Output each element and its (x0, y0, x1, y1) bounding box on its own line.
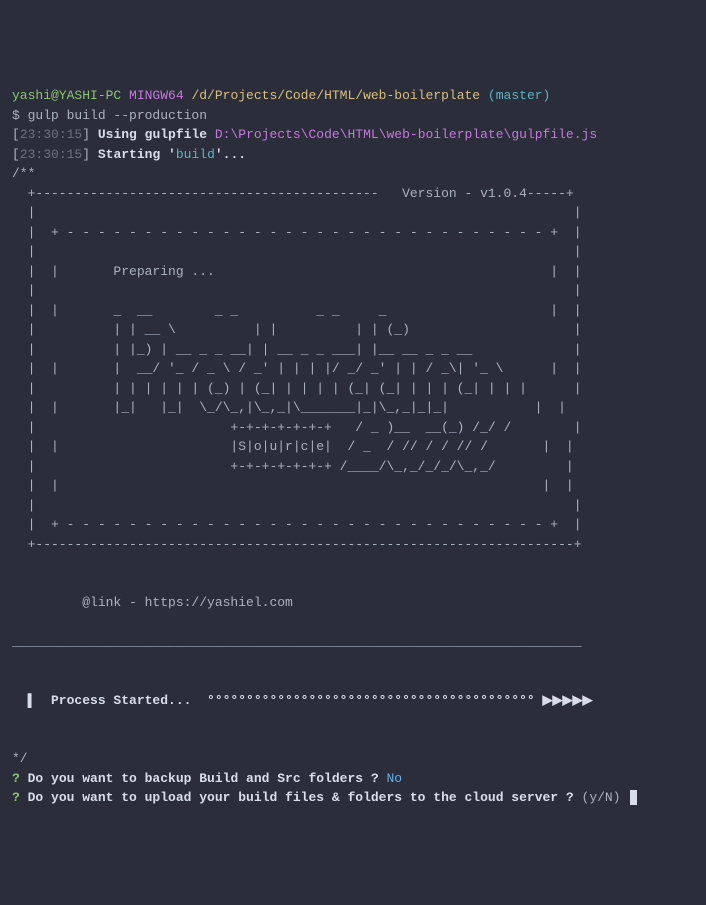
command-line: $ gulp build --production (12, 108, 207, 123)
ascii-art: | | |_) | __ _ _ __| | __ _ _ ___| |__ _… (12, 342, 582, 357)
cursor-icon[interactable] (630, 790, 637, 805)
timestamp: 23:30:15 (20, 147, 82, 162)
ascii-art: | +-+-+-+-+-+-+ /____/\_,_/_/_/\_,_/ | (12, 459, 574, 474)
link-text: @link - https://yashiel.com (12, 595, 293, 610)
question-2[interactable]: ? Do you want to upload your build files… (12, 790, 637, 805)
branch-open: ( (488, 88, 496, 103)
ascii-art: | | (12, 283, 582, 298)
log-line-1: [23:30:15] Using gulpfile D:\Projects\Co… (12, 127, 597, 142)
terminal-output: yashi@YASHI-PC MINGW64 /d/Projects/Code/… (12, 86, 694, 808)
question-mark-icon: ? (12, 790, 20, 805)
ascii-art: | +-+-+-+-+-+-+ / _ )__ __(_) /_/ / | (12, 420, 582, 435)
ascii-art: | | (12, 498, 582, 513)
question-mark-icon: ? (12, 771, 20, 786)
comment-close: */ (12, 751, 28, 766)
ascii-art: | | | | | | | (_) | (_| | | | | (_| (_| … (12, 381, 582, 396)
task-name: build (176, 147, 215, 162)
branch-name: master (496, 88, 543, 103)
question-text: Do you want to upload your build files &… (20, 790, 582, 805)
ascii-art: +---------------------------------------… (12, 186, 574, 201)
ascii-art: | + - - - - - - - - - - - - - - - - - - … (12, 517, 582, 532)
log-line-2: [23:30:15] Starting 'build'... (12, 147, 246, 162)
ascii-art: | + - - - - - - - - - - - - - - - - - - … (12, 225, 582, 240)
command-text: gulp build --production (28, 108, 207, 123)
ascii-art: | | _ __ _ _ _ _ _ | | (12, 303, 582, 318)
question-1: ? Do you want to backup Build and Src fo… (12, 771, 402, 786)
comment-open: /** (12, 166, 35, 181)
prompt-line: yashi@YASHI-PC MINGW64 /d/Projects/Code/… (12, 88, 550, 103)
answer-no: No (386, 771, 402, 786)
ascii-art: | | Preparing ... | | (12, 264, 582, 279)
ascii-art: | | (12, 244, 582, 259)
gulpfile-path: D:\Projects\Code\HTML\web-boilerplate\gu… (215, 127, 597, 142)
prompt-cwd: /d/Projects/Code/HTML/web-boilerplate (191, 88, 480, 103)
prompt-symbol: $ (12, 108, 28, 123)
timestamp: 23:30:15 (20, 127, 82, 142)
process-started: ▌ Process Started... °°°°°°°°°°°°°°°°°°°… (12, 693, 592, 708)
ascii-art: | | (12, 205, 582, 220)
ascii-art: | | |S|o|u|r|c|e| / _ / // / / // / | | (12, 439, 574, 454)
log-msg: Using gulpfile (98, 127, 215, 142)
ascii-art: | | |_| |_| \_/\_,|\_,_|\_______|_|\_,_|… (12, 400, 566, 415)
question-text: Do you want to backup Build and Src fold… (20, 771, 387, 786)
ascii-art: | | | __/ '_ / _ \ / _' | | | |/ _/ _' |… (12, 361, 582, 376)
ascii-art: | | | | (12, 478, 574, 493)
divider: ________________________________________… (12, 634, 582, 649)
branch-close: ) (543, 88, 551, 103)
prompt-user: yashi@YASHI-PC (12, 88, 121, 103)
ascii-art: | | | __ \ | | | | (_) | (12, 322, 582, 337)
ascii-art: +---------------------------------------… (12, 537, 582, 552)
prompt-env: MINGW64 (129, 88, 184, 103)
prompt-hint: (y/N) (582, 790, 629, 805)
